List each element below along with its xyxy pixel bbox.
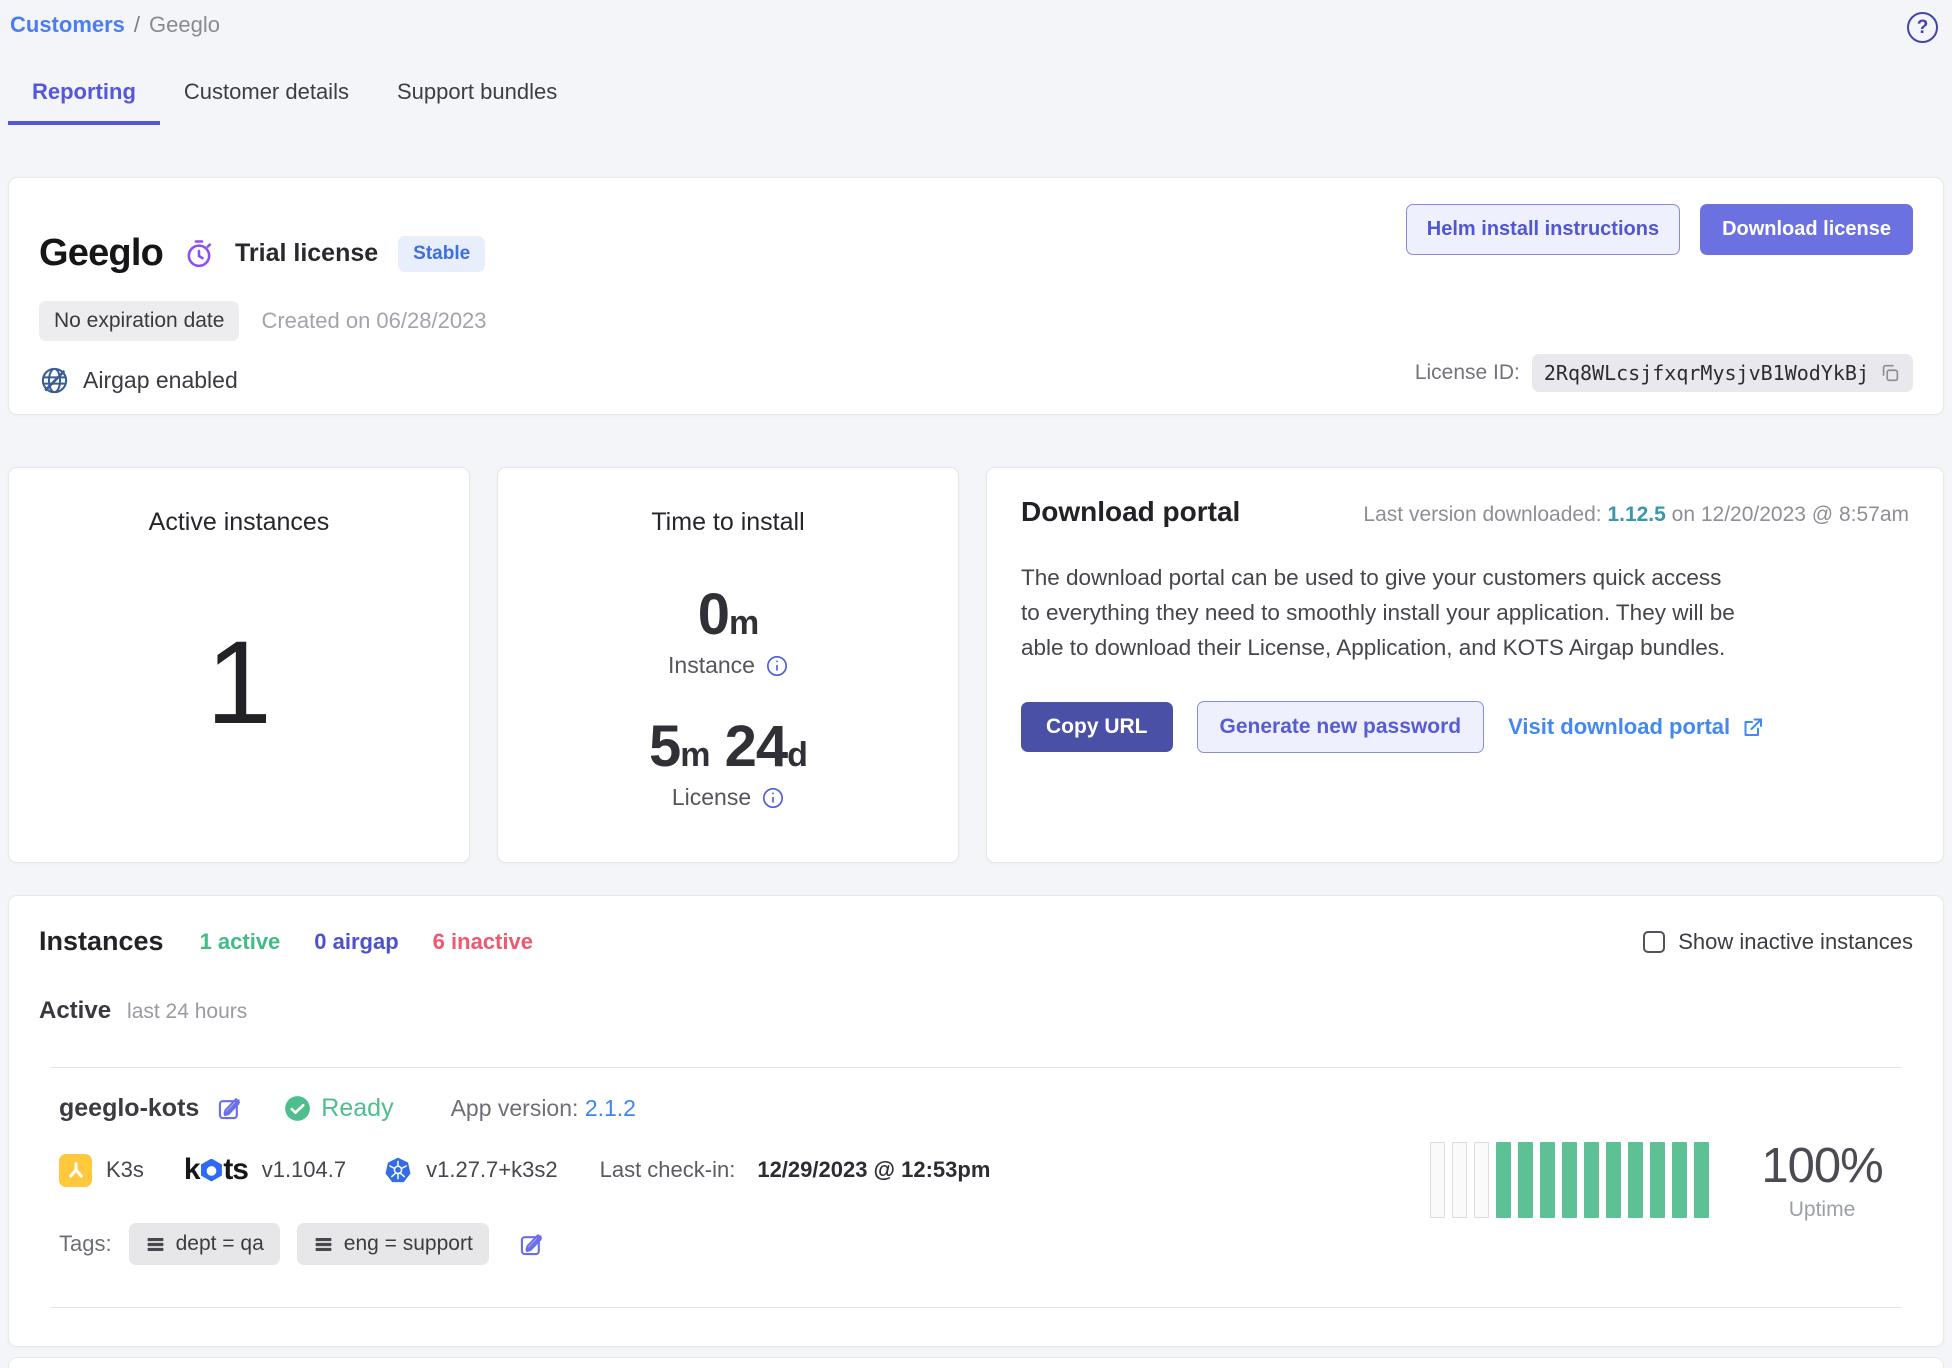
instance-row: geeglo-kots [39, 1068, 1913, 1265]
customer-header-card: Geeglo Trial license Stable Helm install… [8, 177, 1944, 415]
divider [51, 1307, 1901, 1308]
next-card-strip [8, 1357, 1944, 1368]
visit-download-portal-link[interactable]: Visit download portal [1508, 714, 1765, 740]
main-content: Geeglo Trial license Stable Helm install… [0, 177, 1952, 1368]
active-section-heading: Active [39, 997, 111, 1025]
instance-name: geeglo-kots [59, 1094, 199, 1123]
customer-name: Geeglo [39, 232, 163, 275]
license-type-label: Trial license [235, 239, 378, 268]
app-version-link[interactable]: 2.1.2 [585, 1095, 636, 1121]
app-version: App version: 2.1.2 [451, 1095, 636, 1122]
uptime-label: Uptime [1757, 1198, 1887, 1222]
tag-lines-icon [313, 1234, 334, 1255]
last-version-downloaded: Last version downloaded: 1.12.5 on 12/20… [1363, 503, 1909, 527]
breadcrumb-customers-link[interactable]: Customers [10, 12, 125, 38]
kots-logo: kts [184, 1153, 248, 1187]
copy-url-button[interactable]: Copy URL [1021, 702, 1173, 752]
download-portal-description: The download portal can be used to give … [1021, 560, 1741, 665]
instances-title: Instances [39, 926, 164, 957]
time-to-install-card: Time to install 0m Instance 5m 24d Licen… [497, 467, 959, 863]
show-inactive-checkbox[interactable] [1643, 931, 1665, 953]
inactive-count[interactable]: 6 inactive [433, 929, 533, 955]
active-instances-value: 1 [206, 537, 272, 862]
info-icon[interactable] [762, 787, 784, 809]
download-license-button[interactable]: Download license [1700, 204, 1913, 255]
breadcrumb-separator: / [134, 12, 140, 38]
tab-reporting[interactable]: Reporting [8, 65, 160, 125]
uptime-bars [1430, 1142, 1709, 1218]
distro-label: K3s [106, 1157, 144, 1183]
tag-lines-icon [145, 1234, 166, 1255]
instance-install-label: Instance [668, 652, 755, 679]
generate-new-password-button[interactable]: Generate new password [1197, 701, 1485, 753]
instance-status: Ready [284, 1094, 393, 1123]
created-date-text: Created on 06/28/2023 [261, 308, 486, 334]
airgap-enabled-label: Airgap enabled [83, 367, 238, 394]
edit-name-icon[interactable] [216, 1095, 243, 1122]
airgap-count[interactable]: 0 airgap [314, 929, 398, 955]
k8s-version: v1.27.7+k3s2 [426, 1157, 557, 1183]
top-bar: Customers / Geeglo ? [0, 0, 1952, 43]
kubernetes-icon [384, 1156, 412, 1184]
download-portal-title: Download portal [1021, 496, 1240, 528]
tab-bar: Reporting Customer details Support bundl… [8, 65, 1952, 125]
breadcrumb-current: Geeglo [149, 12, 220, 38]
show-inactive-toggle[interactable]: Show inactive instances [1643, 929, 1913, 955]
kots-version: v1.104.7 [262, 1157, 346, 1183]
active-count[interactable]: 1 active [200, 929, 281, 955]
edit-tags-icon[interactable] [518, 1231, 545, 1258]
active-instances-card: Active instances 1 [8, 467, 470, 863]
active-section-range: last 24 hours [127, 1000, 247, 1024]
license-id-value[interactable]: 2Rq8WLcsjfxqrMysjvB1WodYkBj [1532, 354, 1913, 392]
check-circle-icon [284, 1095, 311, 1122]
instances-card: Instances 1 active 0 airgap 6 inactive S… [8, 895, 1944, 1347]
active-instances-title: Active instances [149, 508, 330, 537]
tab-customer-details[interactable]: Customer details [160, 65, 373, 125]
help-icon[interactable]: ? [1907, 12, 1938, 43]
kots-o-glyph [201, 1159, 222, 1182]
tag-chip[interactable]: eng = support [297, 1223, 489, 1265]
time-to-install-title: Time to install [651, 508, 804, 537]
breadcrumb: Customers / Geeglo [10, 12, 220, 38]
helm-install-instructions-button[interactable]: Helm install instructions [1406, 204, 1680, 255]
license-install-label: License [672, 784, 751, 811]
download-portal-card: Download portal Last version downloaded:… [986, 467, 1944, 863]
airgap-globe-icon [39, 365, 70, 396]
expiration-badge: No expiration date [39, 301, 239, 341]
uptime-value: 100% [1757, 1138, 1887, 1194]
tags-label: Tags: [59, 1231, 112, 1257]
license-install-time: 5m 24d [649, 713, 807, 780]
external-link-icon [1741, 715, 1765, 739]
last-checkin-label: Last check-in: [600, 1157, 736, 1183]
instance-install-time: 0m [698, 581, 759, 648]
tab-support-bundles[interactable]: Support bundles [373, 65, 581, 125]
channel-badge: Stable [398, 236, 485, 272]
trial-clock-icon [183, 238, 215, 270]
k3s-icon [59, 1154, 92, 1187]
last-version-link[interactable]: 1.12.5 [1607, 503, 1665, 526]
info-icon[interactable] [766, 655, 788, 677]
license-id-label: License ID: [1415, 361, 1520, 385]
show-inactive-label: Show inactive instances [1678, 929, 1913, 955]
uptime-summary: 100% Uptime [1757, 1138, 1887, 1222]
tag-chip[interactable]: dept = qa [129, 1223, 280, 1265]
last-checkin-value: 12/29/2023 @ 12:53pm [757, 1157, 990, 1183]
copy-icon[interactable] [1879, 362, 1901, 384]
